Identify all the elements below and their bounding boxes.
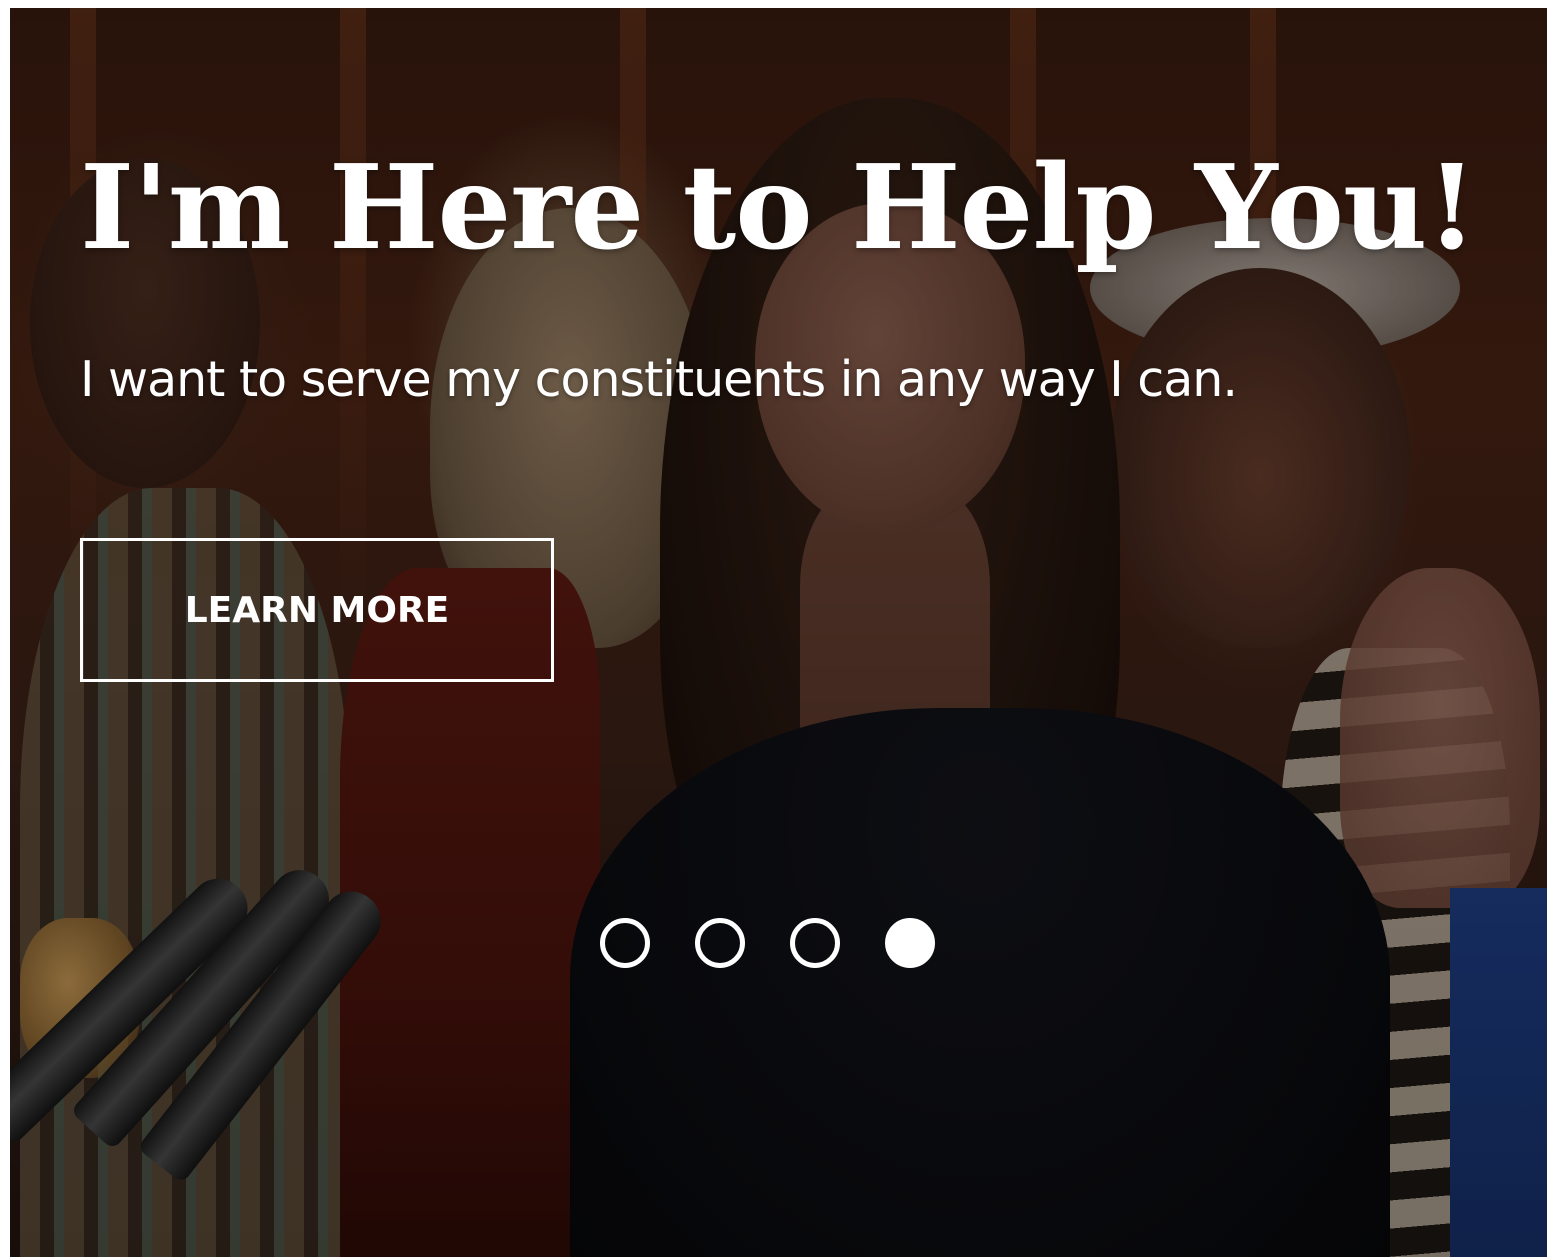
carousel-dot-1[interactable] [600, 918, 650, 968]
carousel-pagination [600, 918, 935, 968]
carousel-dot-4[interactable] [885, 918, 935, 968]
learn-more-button[interactable]: LEARN MORE [80, 538, 554, 682]
hero-headline: I'm Here to Help You! [80, 140, 1477, 276]
carousel-dot-2[interactable] [695, 918, 745, 968]
carousel-dot-3[interactable] [790, 918, 840, 968]
hero-subheadline: I want to serve my constituents in any w… [80, 351, 1238, 408]
